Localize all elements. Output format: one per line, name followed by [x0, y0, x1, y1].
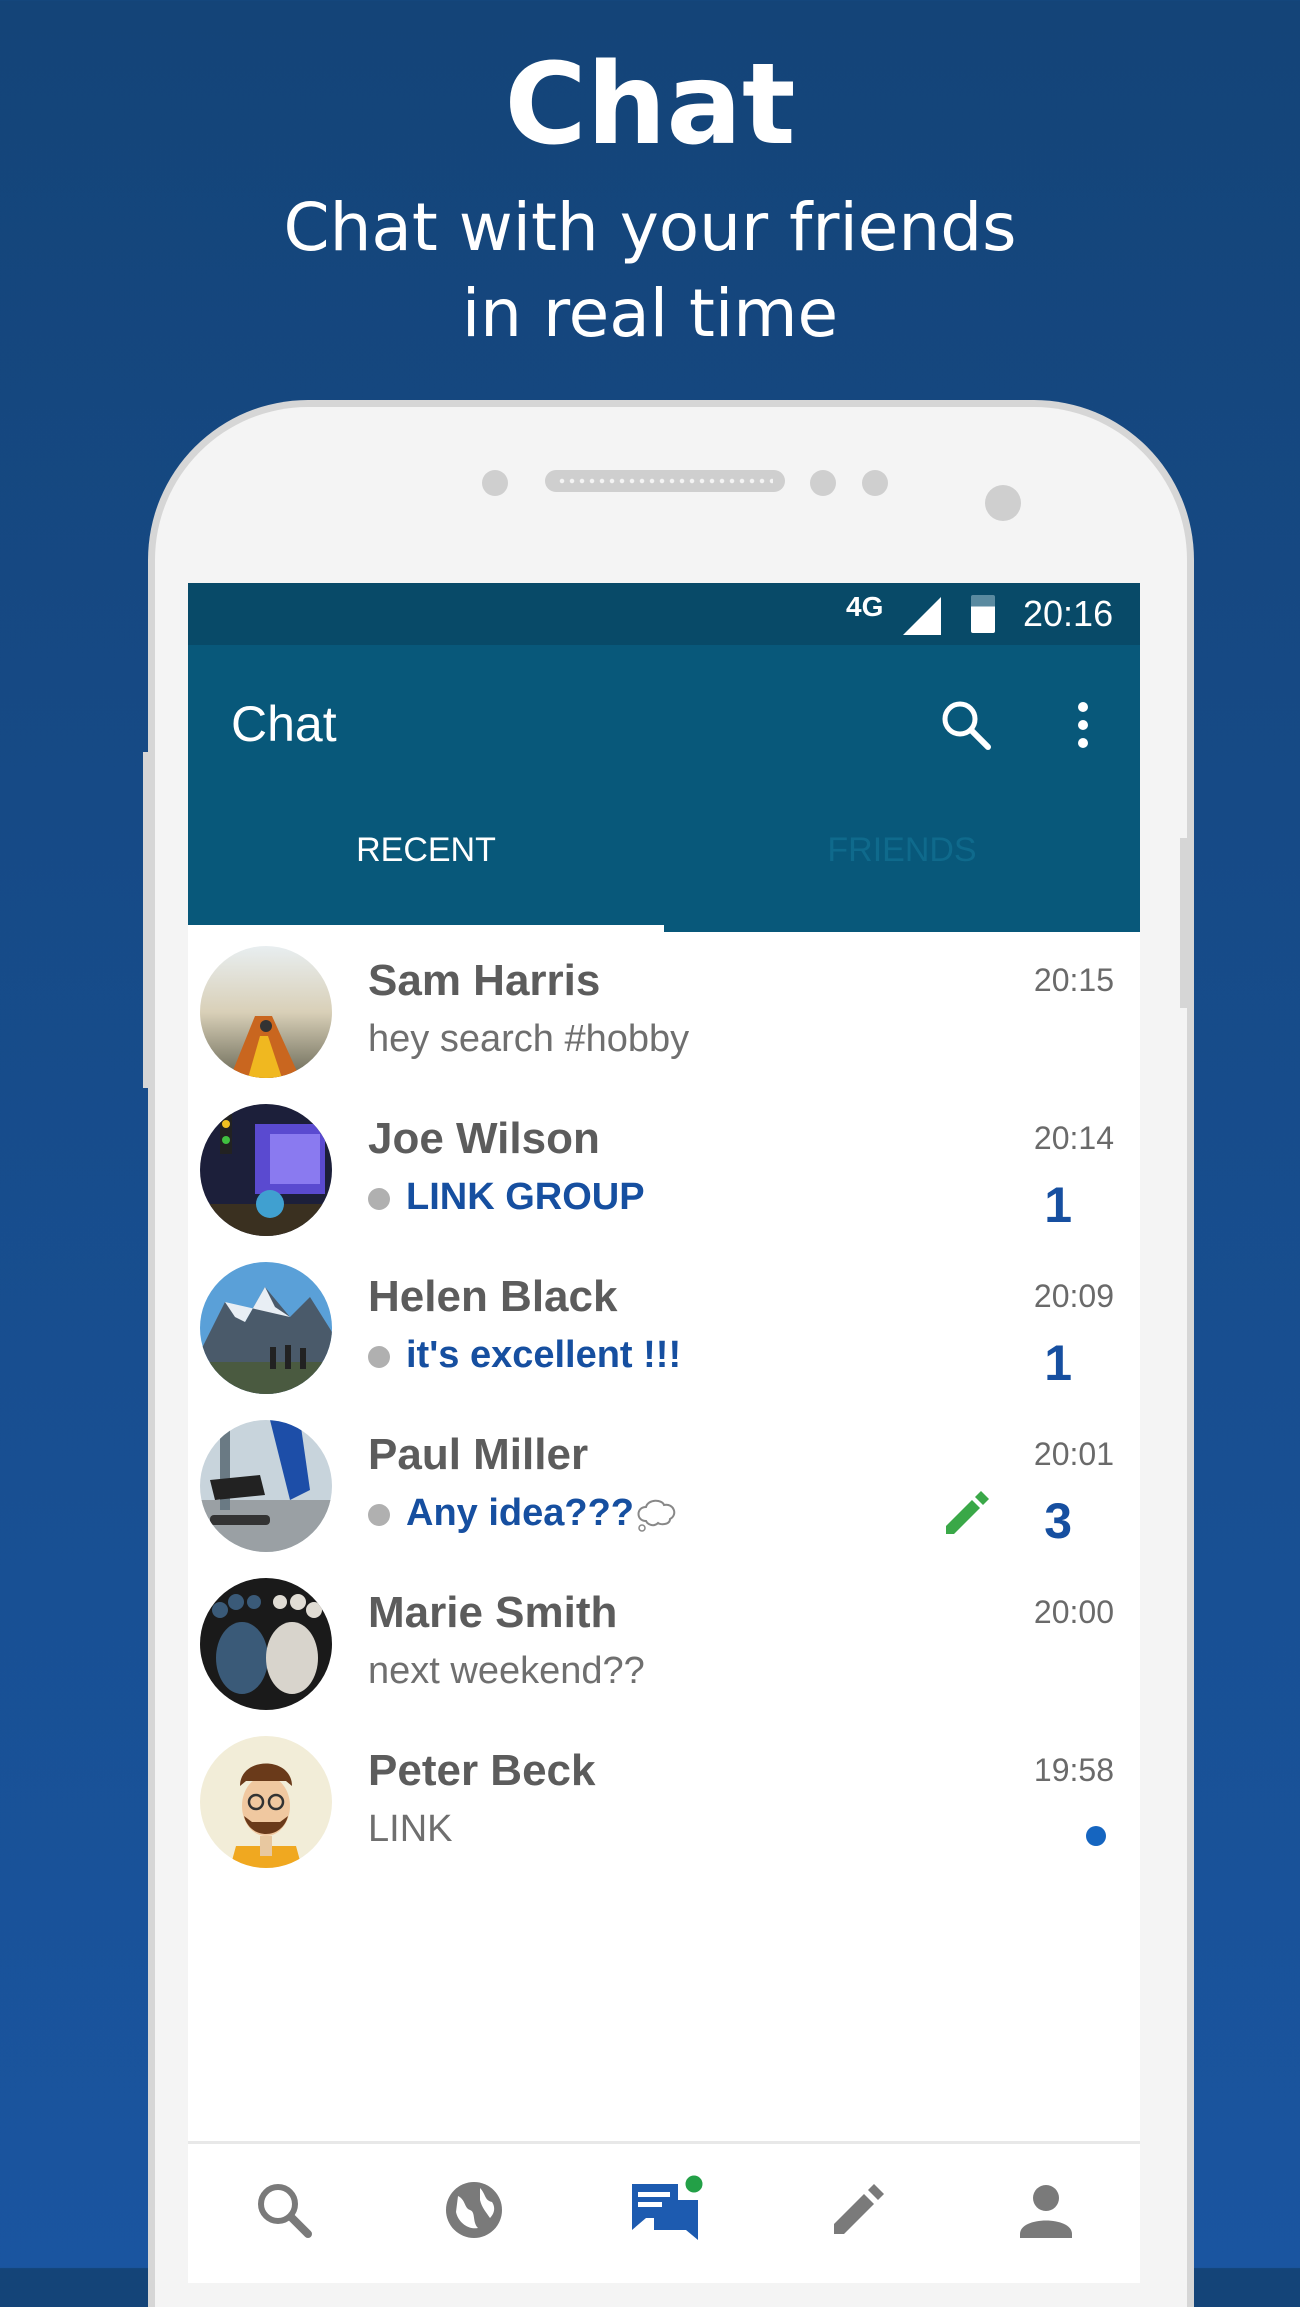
- nav-explore[interactable]: [438, 2174, 510, 2246]
- overflow-menu-button[interactable]: [1068, 697, 1098, 757]
- status-dot: [368, 1187, 390, 1210]
- phone-front-camera: [985, 485, 1021, 521]
- status-dot: [368, 1345, 390, 1368]
- promo-subline: Chat with your friends in real time: [0, 185, 1300, 357]
- avatar: [200, 946, 332, 1078]
- phone-side-button-right: [1180, 838, 1190, 1008]
- battery-icon: [971, 595, 995, 633]
- avatar: [200, 1262, 332, 1394]
- message-time: 20:09: [1033, 1278, 1114, 1314]
- status-time: 20:16: [1023, 593, 1114, 634]
- pencil-icon: [946, 1491, 989, 1534]
- preview-text: it's excellent !!!: [406, 1334, 682, 1376]
- avatar: [200, 1736, 332, 1868]
- conversation-row[interactable]: Joe Wilson LINK GROUP 20:14 1: [188, 1090, 1140, 1248]
- nav-profile[interactable]: [1010, 2174, 1082, 2246]
- contact-name: Helen Black: [368, 1272, 618, 1321]
- preview-text: next weekend??: [368, 1650, 645, 1692]
- unread-count: 1: [1044, 1335, 1072, 1391]
- contact-name: Joe Wilson: [368, 1114, 600, 1163]
- globe-icon: [446, 2182, 502, 2238]
- phone-sensor-dot: [482, 470, 508, 496]
- tab-friends[interactable]: FRIENDS: [664, 805, 1140, 895]
- app-bar: Chat RECENT FRIENDS: [188, 645, 1140, 932]
- promo-subline-2: in real time: [461, 275, 839, 352]
- network-type: 4G: [846, 591, 884, 622]
- unread-count: 1: [1044, 1177, 1072, 1233]
- message-preview: hey search #hobby: [368, 1018, 689, 1061]
- conversation-row[interactable]: Peter Beck LINK 19:58: [188, 1722, 1140, 1880]
- phone-sensor-dot-3: [862, 470, 888, 496]
- contact-name: Peter Beck: [368, 1746, 596, 1795]
- avatar: [200, 1420, 332, 1552]
- message-time: 20:14: [1033, 1120, 1114, 1156]
- contact-name: Marie Smith: [368, 1588, 618, 1637]
- conversation-row[interactable]: Sam Harris hey search #hobby 20:15: [188, 932, 1140, 1090]
- search-button[interactable]: [936, 695, 996, 755]
- promo-subline-1: Chat with your friends: [283, 189, 1017, 266]
- message-time: 20:01: [1033, 1436, 1114, 1472]
- status-bar: 4G 20:16: [188, 583, 1140, 645]
- tab-indicator: [188, 925, 664, 932]
- preview-text: hey search #hobby: [368, 1018, 690, 1060]
- preview-text: Any idea???: [406, 1492, 635, 1534]
- more-vert-icon: [1078, 702, 1088, 748]
- message-preview: LINK GROUP: [368, 1176, 645, 1219]
- message-preview: Any idea???: [368, 1492, 680, 1535]
- nav-chat[interactable]: [628, 2172, 706, 2246]
- nav-search[interactable]: [248, 2174, 320, 2246]
- avatar: [200, 1578, 332, 1710]
- conversation-row[interactable]: Paul Miller Any idea??? 20:01 3: [188, 1406, 1140, 1564]
- new-message-dot: [1086, 1826, 1106, 1846]
- message-preview: next weekend??: [368, 1650, 645, 1693]
- message-preview: LINK: [368, 1808, 452, 1851]
- message-time: 20:00: [1033, 1594, 1114, 1630]
- message-time: 19:58: [1033, 1752, 1114, 1788]
- preview-text: LINK GROUP: [406, 1176, 645, 1218]
- search-icon: [942, 701, 991, 750]
- avatar: [200, 1104, 332, 1236]
- promo-headline: Chat: [504, 40, 796, 170]
- bottom-nav: [188, 2141, 1140, 2283]
- message-time: 20:15: [1033, 962, 1114, 998]
- conversation-list: Sam Harris hey search #hobby 20:15 Joe W…: [188, 932, 1140, 1880]
- chat-icon: [632, 2172, 706, 2240]
- message-preview: it's excellent !!!: [368, 1334, 681, 1377]
- status-dot: [368, 1503, 390, 1526]
- person-icon: [1020, 2185, 1072, 2238]
- app-screen: 4G 20:16 Chat RECENT FRIENDS Sam Harris …: [188, 583, 1140, 2283]
- contact-name: Sam Harris: [368, 956, 601, 1005]
- page-title: Chat: [231, 696, 337, 752]
- unread-count: 3: [1044, 1493, 1072, 1549]
- tab-recent[interactable]: RECENT: [188, 805, 664, 895]
- thought-bubble-icon: [637, 1499, 676, 1532]
- nav-compose[interactable]: [822, 2174, 894, 2246]
- conversation-row[interactable]: Helen Black it's excellent !!! 20:09 1: [188, 1248, 1140, 1406]
- preview-text: LINK: [368, 1808, 453, 1850]
- typing-indicator: [940, 1488, 992, 1540]
- phone-side-button-left: [143, 752, 153, 1088]
- pencil-icon: [834, 2184, 884, 2234]
- contact-name: Paul Miller: [368, 1430, 589, 1479]
- search-icon: [258, 2184, 312, 2238]
- phone-speaker-grille: [557, 478, 773, 484]
- conversation-row[interactable]: Marie Smith next weekend?? 20:00: [188, 1564, 1140, 1722]
- signal-icon: [903, 597, 941, 635]
- phone-sensor-dot-2: [810, 470, 836, 496]
